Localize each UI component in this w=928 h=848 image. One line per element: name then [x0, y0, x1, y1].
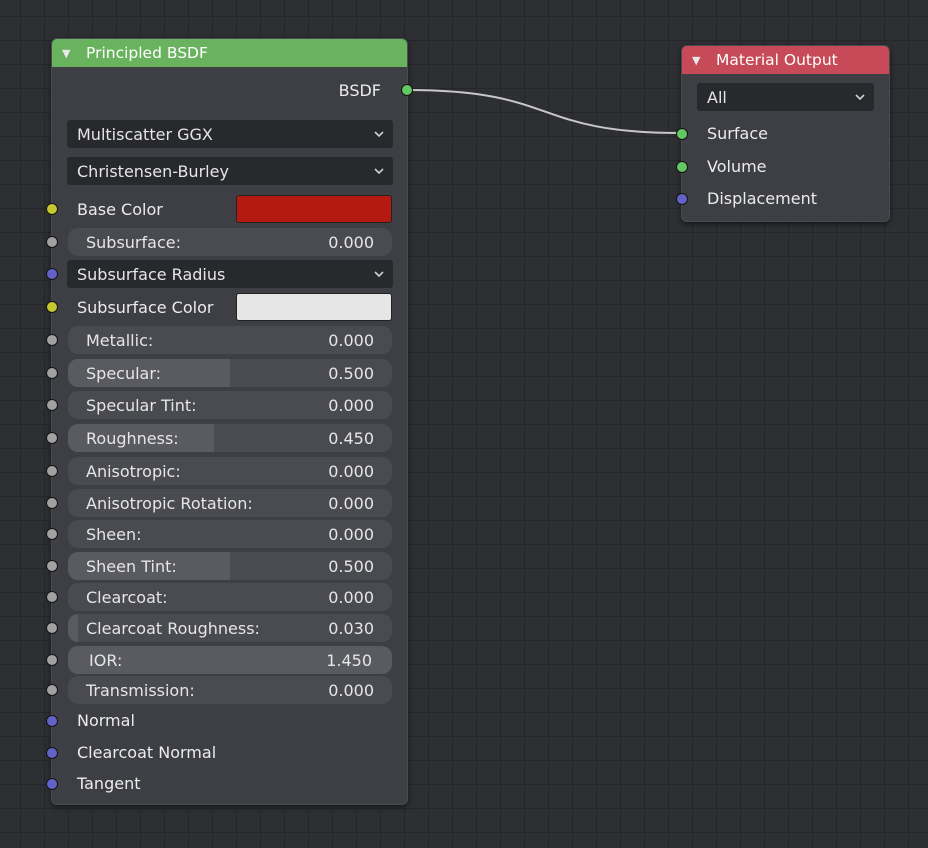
- sheen-value: 0.000: [328, 524, 374, 544]
- specular-tint-slider[interactable]: Specular Tint: 0.000: [68, 391, 392, 419]
- chevron-down-icon: [374, 131, 384, 138]
- material-output-header[interactable]: ▼ Material Output: [682, 46, 889, 74]
- sheen-socket[interactable]: [46, 528, 58, 540]
- anisotropic-value: 0.000: [328, 461, 374, 481]
- clearcoat-roughness-socket[interactable]: [46, 622, 58, 634]
- clearcoat-normal-label: Clearcoat Normal: [77, 742, 217, 762]
- clearcoat-roughness-slider[interactable]: Clearcoat Roughness: 0.030: [68, 614, 392, 642]
- metallic-value: 0.000: [328, 330, 374, 350]
- roughness-value: 0.450: [328, 428, 374, 448]
- ior-socket[interactable]: [46, 654, 58, 666]
- ior-value: 1.450: [326, 650, 372, 670]
- anisotropic-slider[interactable]: Anisotropic: 0.000: [68, 457, 392, 485]
- transmission-value: 0.000: [328, 680, 374, 700]
- distribution-dropdown[interactable]: Multiscatter GGX: [67, 120, 393, 148]
- anisotropic-rotation-socket[interactable]: [46, 497, 58, 509]
- specular-tint-value: 0.000: [328, 395, 374, 415]
- ior-slider[interactable]: IOR: 1.450: [68, 646, 392, 674]
- collapse-arrow-icon[interactable]: ▼: [62, 47, 76, 60]
- transmission-slider[interactable]: Transmission: 0.000: [68, 676, 392, 704]
- anisotropic-label: Anisotropic:: [86, 461, 181, 481]
- target-value: All: [707, 87, 727, 107]
- distribution-value: Multiscatter GGX: [77, 124, 213, 144]
- anisotropic-rotation-label: Anisotropic Rotation:: [86, 493, 253, 513]
- target-dropdown[interactable]: All: [697, 83, 874, 111]
- transmission-socket[interactable]: [46, 684, 58, 696]
- chevron-down-icon: [374, 271, 384, 278]
- specular-tint-label: Specular Tint:: [86, 395, 197, 415]
- subsurface-color-label: Subsurface Color: [77, 297, 214, 317]
- metallic-socket[interactable]: [46, 334, 58, 346]
- sheen-tint-label: Sheen Tint:: [86, 556, 177, 576]
- principled-bsdf-header[interactable]: ▼ Principled BSDF: [52, 39, 407, 67]
- anisotropic-rotation-slider[interactable]: Anisotropic Rotation: 0.000: [68, 489, 392, 517]
- principled-bsdf-node[interactable]: ▼ Principled BSDF BSDF Multiscatter GGX …: [46, 38, 413, 805]
- subsurface-value: 0.000: [328, 232, 374, 252]
- material-output-node[interactable]: ▼ Material Output All Surface Volume Dis…: [676, 45, 890, 222]
- sheen-label: Sheen:: [86, 524, 142, 544]
- sheen-tint-socket[interactable]: [46, 560, 58, 572]
- normal-label: Normal: [77, 710, 135, 730]
- specular-slider[interactable]: Specular: 0.500: [68, 359, 392, 387]
- metallic-label: Metallic:: [86, 330, 154, 350]
- subsurface-socket[interactable]: [46, 236, 58, 248]
- node-title: Material Output: [716, 51, 838, 69]
- subsurface-method-dropdown[interactable]: Christensen-Burley: [67, 157, 393, 185]
- node-title: Principled BSDF: [86, 44, 208, 62]
- tangent-label: Tangent: [77, 773, 141, 793]
- subsurface-radius-label: Subsurface Radius: [77, 264, 226, 284]
- roughness-socket[interactable]: [46, 432, 58, 444]
- clearcoat-value: 0.000: [328, 587, 374, 607]
- subsurface-color-swatch[interactable]: [236, 293, 392, 321]
- bsdf-output-label: BSDF: [338, 80, 381, 100]
- roughness-slider[interactable]: Roughness: 0.450: [68, 424, 392, 452]
- clearcoat-label: Clearcoat:: [86, 587, 168, 607]
- metallic-slider[interactable]: Metallic: 0.000: [68, 326, 392, 354]
- bsdf-output-socket[interactable]: [401, 84, 413, 96]
- clearcoat-roughness-value: 0.030: [328, 618, 374, 638]
- subsurface-method-value: Christensen-Burley: [77, 161, 229, 181]
- clearcoat-slider[interactable]: Clearcoat: 0.000: [68, 583, 392, 611]
- sheen-slider[interactable]: Sheen: 0.000: [68, 520, 392, 548]
- clearcoat-socket[interactable]: [46, 591, 58, 603]
- clearcoat-roughness-label: Clearcoat Roughness:: [86, 618, 260, 638]
- subsurface-slider[interactable]: Subsurface: 0.000: [68, 228, 392, 256]
- collapse-arrow-icon[interactable]: ▼: [692, 54, 706, 67]
- base-color-label: Base Color: [77, 199, 163, 219]
- volume-label: Volume: [707, 156, 767, 176]
- anisotropic-rotation-value: 0.000: [328, 493, 374, 513]
- surface-label: Surface: [707, 123, 768, 143]
- sheen-tint-slider[interactable]: Sheen Tint: 0.500: [68, 552, 392, 580]
- sheen-tint-value: 0.500: [328, 556, 374, 576]
- base-color-swatch[interactable]: [236, 195, 392, 223]
- chevron-down-icon: [374, 168, 384, 175]
- specular-value: 0.500: [328, 363, 374, 383]
- subsurface-label: Subsurface:: [86, 232, 181, 252]
- subsurface-radius-dropdown[interactable]: Subsurface Radius: [67, 260, 393, 288]
- chevron-down-icon: [855, 94, 865, 101]
- transmission-label: Transmission:: [86, 680, 195, 700]
- specular-tint-socket[interactable]: [46, 399, 58, 411]
- anisotropic-socket[interactable]: [46, 465, 58, 477]
- subsurface-radius-socket[interactable]: [46, 268, 58, 280]
- ior-label: IOR:: [89, 650, 123, 670]
- roughness-label: Roughness:: [86, 428, 179, 448]
- displacement-label: Displacement: [707, 188, 817, 208]
- specular-socket[interactable]: [46, 367, 58, 379]
- specular-label: Specular:: [86, 363, 162, 383]
